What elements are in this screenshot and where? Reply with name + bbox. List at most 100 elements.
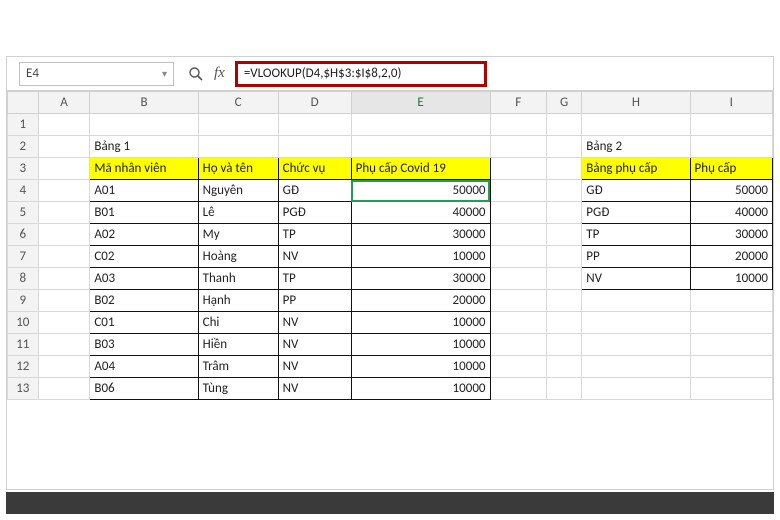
cell[interactable] (490, 378, 546, 400)
table1-cell[interactable]: C02 (90, 246, 198, 268)
cell[interactable] (490, 334, 546, 356)
table1-cell[interactable]: Hoàng (198, 246, 278, 268)
table1-cell[interactable]: Trâm (198, 356, 278, 378)
cell[interactable] (546, 246, 581, 268)
cell[interactable] (38, 136, 90, 158)
table2-cell[interactable]: 30000 (690, 224, 772, 246)
row-header-5[interactable]: 5 (8, 202, 39, 224)
cell[interactable] (351, 114, 490, 136)
cell[interactable] (490, 290, 546, 312)
zoom-icon[interactable] (188, 66, 204, 82)
col-header-H[interactable]: H (582, 92, 690, 114)
table1-cell[interactable]: Lê (198, 202, 278, 224)
cell[interactable] (546, 268, 581, 290)
name-box[interactable]: E4 ▾ (19, 62, 174, 86)
spreadsheet-grid[interactable]: ABCDEFGHI12Bảng 1Bảng 23Mã nhân viênHọ v… (7, 91, 773, 489)
table1-cell[interactable]: B02 (90, 290, 198, 312)
table2-cell[interactable]: 50000 (690, 180, 772, 202)
col-header-B[interactable]: B (90, 92, 198, 114)
cell[interactable] (546, 114, 581, 136)
cell[interactable] (490, 268, 546, 290)
table2-cell[interactable]: 40000 (690, 202, 772, 224)
row-header-1[interactable]: 1 (8, 114, 39, 136)
row-header-2[interactable]: 2 (8, 136, 39, 158)
table1-header[interactable]: Mã nhân viên (90, 158, 198, 180)
table1-title[interactable]: Bảng 1 (90, 136, 198, 158)
table1-cell[interactable]: 10000 (351, 312, 490, 334)
cell[interactable] (38, 114, 90, 136)
table1-cell[interactable]: PGĐ (278, 202, 351, 224)
table2-title[interactable]: Bảng 2 (582, 136, 690, 158)
cell[interactable] (582, 378, 690, 400)
cell[interactable] (690, 136, 772, 158)
table1-cell[interactable]: 20000 (351, 290, 490, 312)
cell[interactable] (278, 136, 351, 158)
table1-cell[interactable]: GĐ (278, 180, 351, 202)
cell[interactable] (38, 378, 90, 400)
cell[interactable] (690, 114, 772, 136)
table1-cell[interactable]: 30000 (351, 224, 490, 246)
table1-cell[interactable]: NV (278, 378, 351, 400)
cell[interactable] (38, 246, 90, 268)
col-header-E[interactable]: E (351, 92, 490, 114)
table1-cell[interactable]: 10000 (351, 334, 490, 356)
cell[interactable] (38, 268, 90, 290)
table1-cell[interactable]: A02 (90, 224, 198, 246)
col-header-F[interactable]: F (490, 92, 546, 114)
table1-header[interactable]: Phụ cấp Covid 19 (351, 158, 490, 180)
cell[interactable] (198, 114, 278, 136)
table2-cell[interactable]: TP (582, 224, 690, 246)
table1-cell[interactable]: B01 (90, 202, 198, 224)
cell[interactable] (38, 312, 90, 334)
table1-cell[interactable]: NV (278, 246, 351, 268)
cell[interactable] (582, 356, 690, 378)
cell[interactable] (690, 334, 772, 356)
table2-cell[interactable]: PP (582, 246, 690, 268)
cell[interactable] (351, 136, 490, 158)
cell[interactable] (38, 202, 90, 224)
table2-cell[interactable]: 10000 (690, 268, 772, 290)
cell[interactable] (38, 180, 90, 202)
table2-cell[interactable]: NV (582, 268, 690, 290)
table2-header[interactable]: Bảng phụ cấp (582, 158, 690, 180)
cell[interactable] (490, 224, 546, 246)
table1-cell[interactable]: A03 (90, 268, 198, 290)
cell[interactable] (546, 136, 581, 158)
cell[interactable] (546, 158, 581, 180)
table1-cell[interactable]: A01 (90, 180, 198, 202)
table1-cell[interactable]: NV (278, 356, 351, 378)
cell[interactable] (546, 180, 581, 202)
cell[interactable] (690, 290, 772, 312)
cell[interactable] (690, 378, 772, 400)
table1-cell[interactable]: B06 (90, 378, 198, 400)
row-header-9[interactable]: 9 (8, 290, 39, 312)
cell[interactable] (546, 334, 581, 356)
select-all-corner[interactable] (8, 92, 39, 114)
row-header-6[interactable]: 6 (8, 224, 39, 246)
cell[interactable] (690, 312, 772, 334)
cell[interactable] (690, 356, 772, 378)
cell[interactable] (546, 290, 581, 312)
cell[interactable] (582, 290, 690, 312)
table1-header[interactable]: Họ và tên (198, 158, 278, 180)
table1-cell[interactable]: 30000 (351, 268, 490, 290)
row-header-8[interactable]: 8 (8, 268, 39, 290)
table1-cell[interactable]: PP (278, 290, 351, 312)
cell[interactable] (278, 114, 351, 136)
col-header-C[interactable]: C (198, 92, 278, 114)
table1-cell[interactable]: C01 (90, 312, 198, 334)
cell[interactable] (582, 334, 690, 356)
table1-cell[interactable]: 10000 (351, 378, 490, 400)
table2-cell[interactable]: 20000 (690, 246, 772, 268)
cell[interactable] (38, 158, 90, 180)
cell[interactable] (490, 158, 546, 180)
cell[interactable] (546, 224, 581, 246)
table1-cell[interactable]: NV (278, 312, 351, 334)
table1-cell[interactable]: Tùng (198, 378, 278, 400)
cell[interactable] (38, 334, 90, 356)
cell[interactable] (490, 202, 546, 224)
table1-cell[interactable]: My (198, 224, 278, 246)
cell[interactable] (90, 114, 198, 136)
row-header-10[interactable]: 10 (8, 312, 39, 334)
table1-cell[interactable]: Nguyên (198, 180, 278, 202)
